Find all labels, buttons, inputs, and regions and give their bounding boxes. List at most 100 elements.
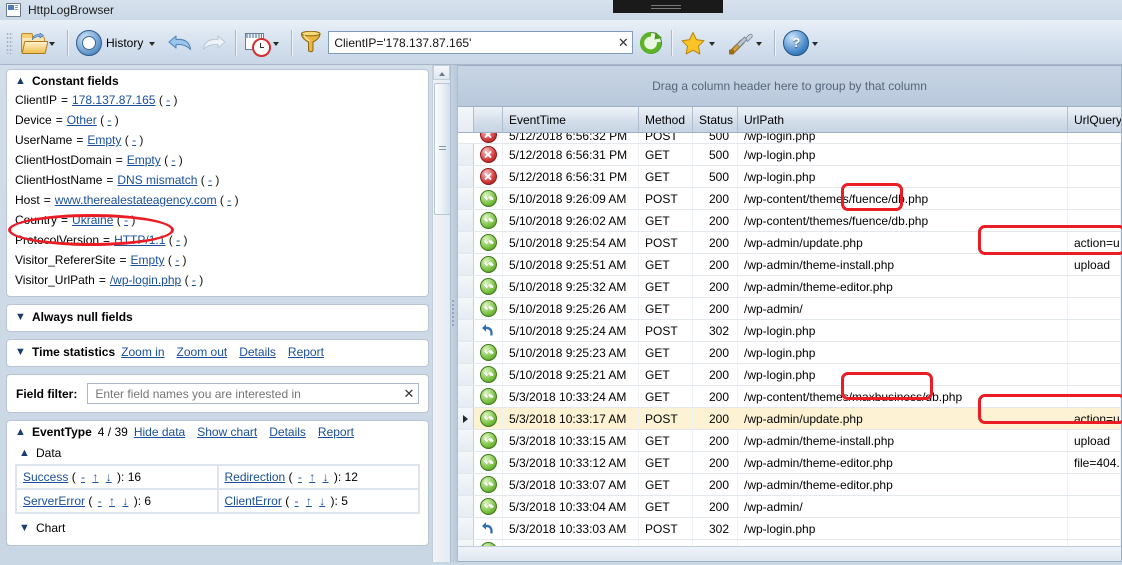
field-action[interactable]: - [171,153,175,167]
table-row[interactable]: 5/10/2018 9:25:26 AM GET 200/wp-admin/ [458,298,1121,320]
help-dropdown-caret[interactable] [812,41,819,46]
table-row[interactable]: 5/3/2018 10:33:07 AM GET 200/wp-admin/them… [458,474,1121,496]
row-indicator[interactable] [458,364,474,385]
field-action[interactable]: - [166,93,170,107]
field-value[interactable]: 178.137.87.165 [72,93,155,107]
field-value[interactable]: Other [67,113,97,127]
row-indicator[interactable] [458,430,474,451]
field-value[interactable]: DNS mismatch [117,173,197,187]
field-action[interactable]: - [175,253,179,267]
field-value[interactable]: www.therealestateagency.com [55,193,217,207]
header-urlpath[interactable]: UrlPath [738,107,1068,132]
stat-up-icon[interactable]: ↑ [306,494,312,508]
table-row[interactable]: 5/3/2018 10:33:12 AM GET 200/wp-admin/them… [458,452,1121,474]
field-action[interactable]: - [192,273,196,287]
hide-data-link[interactable]: Hide data [134,425,185,439]
row-indicator[interactable] [458,166,474,187]
stat-label[interactable]: Success [23,470,68,484]
time-statistics-header[interactable]: ▼ Time statistics Zoom in Zoom out Detai… [15,345,420,359]
field-action[interactable]: - [107,113,111,127]
table-row[interactable]: 5/10/2018 9:25:54 AM POST 200/wp-admin/upd… [458,232,1121,254]
field-value[interactable]: HTTP/1.1 [114,233,165,247]
help-button[interactable]: ? [779,26,826,60]
stat-down-icon[interactable]: ↓ [323,470,329,484]
panel-splitter[interactable] [450,65,458,562]
zoom-out-link[interactable]: Zoom out [177,345,228,359]
row-indicator[interactable] [458,276,474,297]
chevron-up-icon[interactable]: ▲ [15,75,26,87]
time-range-button[interactable] [240,26,287,60]
chevron-up-icon[interactable]: ▲ [19,447,30,459]
favorites-button[interactable] [676,26,723,60]
row-indicator[interactable] [458,518,474,539]
open-dropdown-caret[interactable] [49,41,55,46]
event-type-data-header[interactable]: ▲ Data [19,446,420,460]
table-row[interactable]: 5/10/2018 9:25:21 AM GET 200/wp-login.php [458,364,1121,386]
stat-up-icon[interactable]: ↑ [309,470,315,484]
zoom-in-link[interactable]: Zoom in [121,345,164,359]
row-indicator[interactable] [458,188,474,209]
stat-up-icon[interactable]: ↑ [109,494,115,508]
field-filter-input-wrap[interactable]: ✕ [87,383,419,404]
table-row[interactable]: 5/10/2018 9:26:09 AM POST 200/wp-content/t… [458,188,1121,210]
query-filter-input[interactable] [334,35,617,50]
clear-field-filter-icon[interactable]: ✕ [402,387,416,400]
event-report-link[interactable]: Report [318,425,354,439]
undo-button[interactable] [163,26,197,60]
table-row[interactable]: 5/10/2018 9:25:24 AM POST 302/wp-login.php [458,320,1121,342]
stat-exclude-icon[interactable]: - [81,470,85,484]
stat-down-icon[interactable]: ↓ [106,470,112,484]
chevron-down-icon[interactable]: ▼ [15,346,26,358]
table-row[interactable]: 5/3/2018 10:33:02 AMGET200/wp-login.php [458,540,1121,546]
table-row-selected[interactable]: 5/3/2018 10:33:17 AM POST 200/wp-admin/upd… [458,408,1121,430]
table-row[interactable]: 5/10/2018 9:25:23 AM GET 200/wp-login.php [458,342,1121,364]
row-indicator[interactable] [458,298,474,319]
field-action[interactable]: - [208,173,212,187]
header-urlquery[interactable]: UrlQuery [1068,107,1121,132]
table-row[interactable]: 5/3/2018 10:33:03 AM POST 302/wp-login.php [458,518,1121,540]
table-row[interactable]: 5/3/2018 10:33:15 AM GET 200/wp-admin/them… [458,430,1121,452]
header-status[interactable]: Status [693,107,738,132]
query-filter-input-wrap[interactable]: ✕ [328,31,634,54]
stat-exclude-icon[interactable]: - [98,494,102,508]
report-link[interactable]: Report [288,345,324,359]
field-value[interactable]: /wp-login.php [110,273,181,287]
constant-fields-header[interactable]: ▲ Constant fields [15,74,420,88]
header-method[interactable]: Method [639,107,693,132]
stat-label[interactable]: ClientError [225,494,282,508]
tools-button[interactable] [723,26,770,60]
field-filter-input[interactable] [93,385,402,402]
row-indicator[interactable] [458,540,474,546]
row-indicator[interactable] [458,320,474,341]
row-indicator[interactable] [458,342,474,363]
always-null-fields-header[interactable]: ▼ Always null fields [15,310,420,324]
row-indicator[interactable] [458,452,474,473]
history-dropdown-caret[interactable] [149,41,156,46]
time-range-dropdown-caret[interactable] [273,41,280,46]
stat-label[interactable]: ServerError [23,494,85,508]
table-row[interactable]: 5/10/2018 9:26:02 AM GET 200/wp-content/th… [458,210,1121,232]
header-eventtime[interactable]: EventTime [503,107,639,132]
group-by-drop-area[interactable]: Drag a column header here to group by th… [458,66,1121,107]
stat-up-icon[interactable]: ↑ [92,470,98,484]
field-action[interactable]: - [132,133,136,147]
filter-button[interactable] [296,26,326,60]
field-value[interactable]: Empty [127,153,161,167]
refresh-button[interactable] [635,26,667,60]
field-action[interactable]: - [227,193,231,207]
chevron-down-icon[interactable]: ▼ [15,311,26,323]
stat-down-icon[interactable]: ↓ [319,494,325,508]
details-link[interactable]: Details [239,345,276,359]
row-indicator[interactable] [458,254,474,275]
table-row[interactable]: 5/12/2018 6:56:31 PM GET 500/wp-login.php [458,144,1121,166]
table-row[interactable]: 5/3/2018 10:33:04 AM GET 200/wp-admin/ [458,496,1121,518]
show-chart-link[interactable]: Show chart [197,425,257,439]
chevron-up-icon[interactable]: ▲ [15,426,26,438]
row-indicator[interactable] [458,496,474,517]
event-details-link[interactable]: Details [269,425,306,439]
field-value[interactable]: Ukraine [72,213,113,227]
scroll-up-button[interactable] [433,65,450,80]
field-value[interactable]: Empty [87,133,121,147]
open-file-button[interactable] [16,26,63,60]
event-type-header[interactable]: ▲ EventType 4 / 39 Hide data Show chart … [15,425,420,439]
